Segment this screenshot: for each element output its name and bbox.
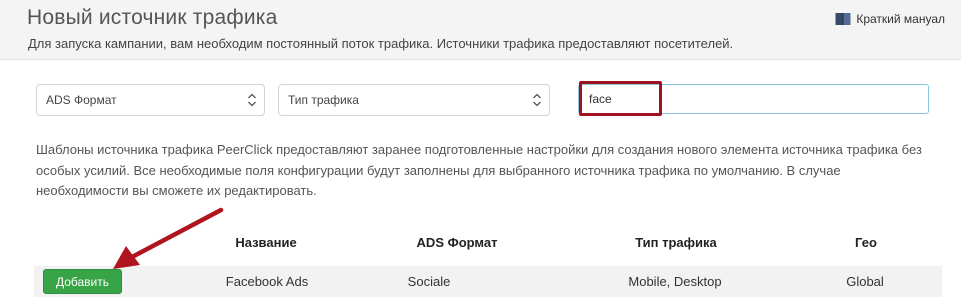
table-row: Facebook Ads Sociale Mobile, Desktop Glo…	[34, 266, 942, 297]
cell-ads-format: Sociale	[407, 274, 451, 289]
cell-traffic-type: Mobile, Desktop	[628, 274, 722, 289]
select-arrows-icon	[533, 93, 541, 107]
cell-name: Facebook Ads	[225, 274, 309, 289]
column-header-geo: Гео	[855, 235, 877, 250]
book-icon	[835, 12, 851, 26]
ads-format-select-value: ADS Формат	[46, 93, 117, 107]
column-header-ads-format: ADS Формат	[416, 235, 498, 250]
page-header: Новый источник трафика Для запуска кампа…	[0, 0, 961, 60]
column-header-name: Название	[235, 235, 297, 250]
page-subtitle: Для запуска кампании, вам необходим пост…	[28, 36, 734, 51]
column-header-traffic-type: Тип трафика	[635, 235, 717, 250]
traffic-type-select-value: Тип трафика	[288, 93, 359, 107]
select-arrows-icon	[248, 93, 256, 107]
ads-format-select[interactable]: ADS Формат	[36, 84, 265, 116]
description-text: Шаблоны источника трафика PeerClick пред…	[36, 142, 922, 198]
manual-link-label: Краткий мануал	[856, 12, 945, 26]
traffic-type-select[interactable]: Тип трафика	[278, 84, 550, 116]
add-button[interactable]: Добавить	[43, 269, 122, 294]
cell-geo: Global	[846, 274, 884, 289]
table-header: Название ADS Формат Тип трафика Гео	[0, 228, 961, 256]
manual-link[interactable]: Краткий мануал	[835, 12, 945, 26]
search-input[interactable]	[578, 84, 929, 114]
page-title: Новый источник трафика	[27, 6, 278, 29]
